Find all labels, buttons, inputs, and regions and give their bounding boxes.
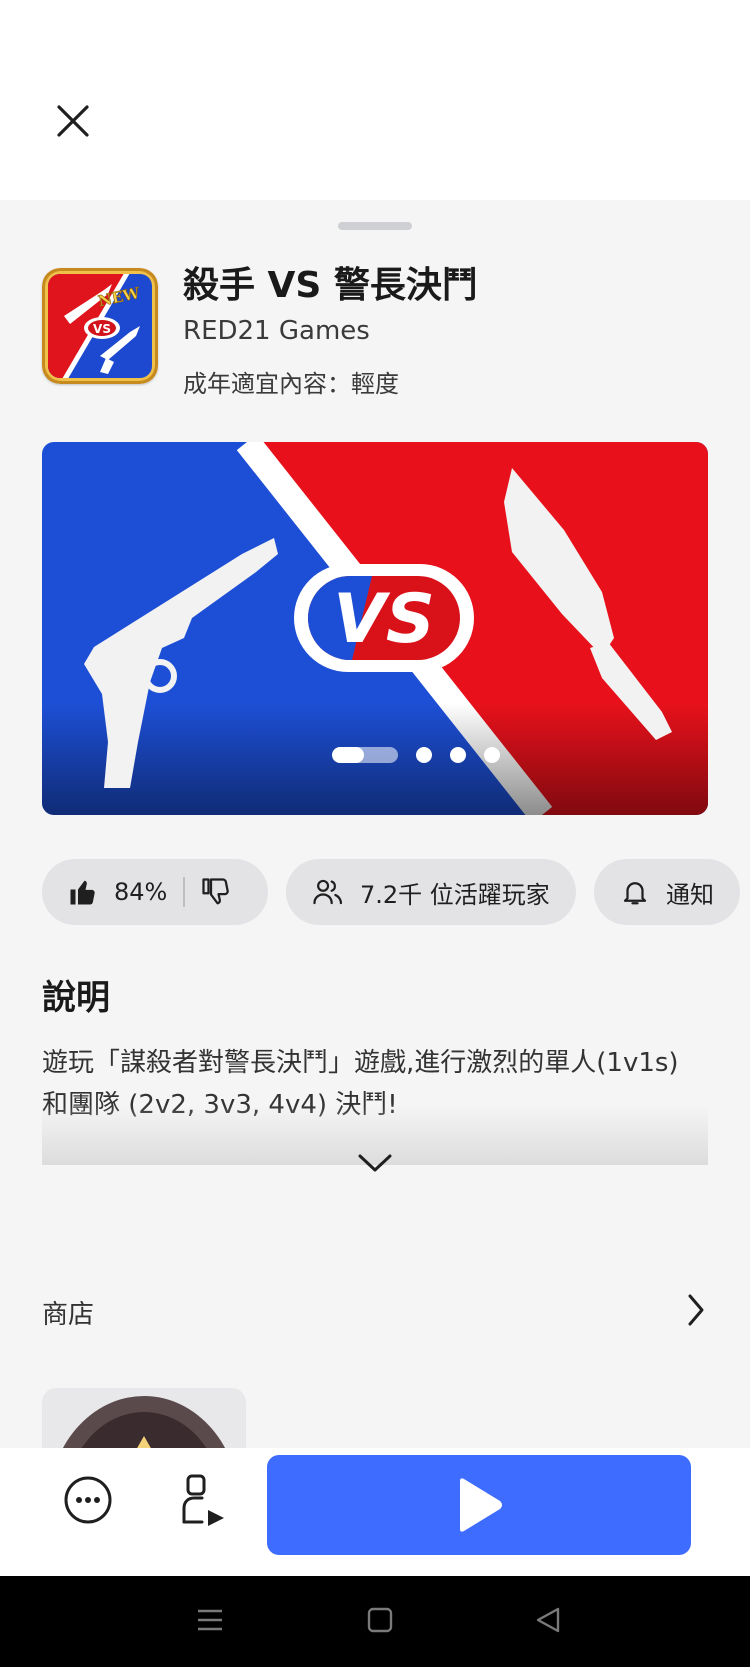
play-button[interactable] (267, 1455, 691, 1555)
close-button[interactable] (48, 96, 98, 146)
carousel-dot[interactable] (450, 747, 466, 763)
banner-vs-text: VS (333, 580, 435, 659)
like-percent: 84% (114, 878, 168, 906)
app-title: 殺手 VS 警長決鬥 (183, 265, 478, 306)
carousel-dot[interactable] (484, 747, 500, 763)
bell-icon (623, 882, 647, 905)
back-icon (536, 1607, 560, 1633)
description-title: 說明 (42, 978, 110, 1018)
developer-name[interactable]: RED21 Games (183, 316, 370, 346)
play-icon (460, 1478, 502, 1532)
more-options-button[interactable] (62, 1474, 114, 1526)
nav-back-button[interactable] (534, 1606, 562, 1638)
store-section-link[interactable]: 商店 (0, 1280, 750, 1350)
chip-divider (183, 877, 186, 907)
nav-home-button[interactable] (366, 1606, 394, 1638)
notify-chip[interactable]: 通知 (594, 859, 740, 925)
chevron-right-icon (688, 1294, 704, 1326)
carousel-indicator (332, 747, 500, 763)
active-players-chip[interactable]: 7.2千 位活躍玩家 (286, 859, 576, 925)
thumbs-down-button[interactable] (201, 877, 231, 907)
system-navigation-bar (0, 1576, 750, 1667)
carousel-dot-active[interactable] (332, 747, 398, 763)
carousel-dot[interactable] (416, 747, 432, 763)
game-details-sheet: VS NEW 殺手 VS 警長決鬥 RED21 Games 成年適宜內容：輕度 (0, 200, 750, 1576)
active-players-count: 7.2千 位活躍玩家 (360, 880, 550, 909)
menu-icon (198, 1609, 222, 1631)
notify-label: 通知 (666, 880, 714, 909)
thumbs-up-button[interactable]: 84% (68, 877, 167, 907)
app-icon: VS NEW (42, 268, 158, 384)
home-icon (367, 1607, 393, 1633)
bottom-action-bar (0, 1448, 750, 1576)
chevron-down-icon (358, 1154, 392, 1172)
app-icon-vs-text: VS (93, 322, 111, 336)
rating-chip: 84% (42, 859, 268, 925)
content-rating: 成年適宜內容：輕度 (183, 370, 399, 398)
more-icon (64, 1476, 112, 1524)
share-game-button[interactable] (176, 1472, 230, 1530)
nav-menu-button[interactable] (196, 1606, 224, 1638)
top-bar (0, 0, 750, 200)
share-icon (182, 1474, 224, 1526)
screenshot-carousel[interactable]: VS (42, 442, 708, 815)
sheet-drag-handle[interactable] (338, 222, 412, 230)
thumbs-up-icon (70, 880, 95, 905)
thumbs-down-icon (202, 878, 230, 905)
expand-description-button[interactable] (357, 1152, 393, 1182)
close-icon (57, 105, 89, 137)
store-label: 商店 (42, 1300, 95, 1330)
people-icon (313, 879, 343, 905)
